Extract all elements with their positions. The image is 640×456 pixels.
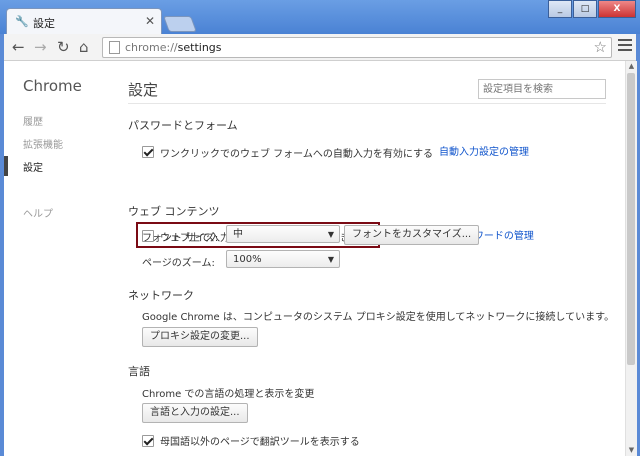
font-size-select[interactable]: 中 ▼ — [226, 225, 340, 243]
tab-settings[interactable]: 🔧 設定 ✕ — [6, 8, 162, 36]
title-bar: 🔧 設定 ✕ _ □ X — [0, 0, 640, 36]
sidebar-item-settings[interactable]: 設定 — [23, 159, 43, 174]
tab-title: 設定 — [33, 17, 55, 30]
zoom-label: ページのズーム: — [142, 258, 215, 269]
browser-toolbar: ← → ↻ ⌂ chrome://settings ☆ — [4, 34, 636, 61]
page-zoom-select[interactable]: 100% ▼ — [226, 250, 340, 268]
forward-icon[interactable]: → — [34, 38, 47, 56]
autofill-settings-link[interactable]: 自動入力設定の管理 — [439, 147, 529, 158]
title-divider — [128, 103, 606, 104]
sidebar-item-help[interactable]: ヘルプ — [23, 205, 53, 220]
customize-fonts-button[interactable]: フォントをカスタマイズ... — [344, 225, 480, 245]
maximize-button[interactable]: □ — [573, 0, 597, 18]
settings-search[interactable] — [478, 79, 606, 99]
tab-close-icon[interactable]: ✕ — [145, 14, 155, 28]
dropdown-arrow-icon: ▼ — [327, 230, 334, 239]
scroll-up-icon[interactable]: ▲ — [626, 61, 637, 72]
sidebar: Chrome 履歴 拡張機能 設定 ヘルプ — [4, 61, 112, 456]
new-tab-button[interactable] — [163, 16, 197, 32]
reload-icon[interactable]: ↻ — [57, 38, 70, 56]
translate-label: 母国語以外のページで翻訳ツールを表示する — [160, 437, 360, 448]
bookmark-star-icon[interactable]: ☆ — [594, 38, 607, 56]
font-size-label: フォント サイズ: — [142, 233, 219, 244]
page-title: 設定 — [128, 81, 159, 99]
address-bar[interactable]: chrome://settings ☆ — [102, 37, 612, 58]
sidebar-item-extensions[interactable]: 拡張機能 — [23, 136, 63, 151]
language-settings-button[interactable]: 言語と入力の設定... — [142, 403, 248, 423]
chrome-menu-icon[interactable] — [618, 39, 632, 54]
translate-row: 母国語以外のページで翻訳ツールを表示する — [142, 433, 360, 448]
page-icon — [109, 41, 120, 54]
vertical-scrollbar[interactable]: ▲ ▼ — [625, 61, 637, 456]
section-heading-web-content: ウェブ コンテンツ — [128, 205, 220, 218]
autofill-label: ワンクリックでのウェブ フォームへの自動入力を有効にする — [160, 148, 433, 160]
settings-page: Chrome 履歴 拡張機能 設定 ヘルプ 設定 パスワードとフォーム ワンクリ… — [4, 61, 625, 456]
scroll-thumb[interactable] — [627, 73, 635, 365]
network-description: Google Chrome は、コンピュータのシステム プロキシ設定を使用してネ… — [142, 312, 615, 323]
home-icon[interactable]: ⌂ — [79, 38, 89, 56]
section-heading-passwords: パスワードとフォーム — [128, 119, 238, 132]
proxy-settings-button[interactable]: プロキシ設定の変更... — [142, 327, 258, 347]
section-heading-network: ネットワーク — [128, 289, 194, 302]
close-window-button[interactable]: X — [598, 0, 636, 18]
section-heading-language: 言語 — [128, 365, 150, 378]
back-icon[interactable]: ← — [12, 38, 25, 56]
autofill-checkbox[interactable] — [142, 146, 154, 158]
sidebar-title: Chrome — [23, 77, 82, 95]
translate-checkbox[interactable] — [142, 434, 154, 447]
wrench-icon: 🔧 — [15, 15, 29, 28]
dropdown-arrow-icon: ▼ — [327, 255, 334, 264]
sidebar-active-indicator — [4, 156, 8, 176]
scroll-down-icon[interactable]: ▼ — [626, 445, 637, 456]
minimize-button[interactable]: _ — [548, 0, 572, 18]
url-text: chrome://settings — [125, 41, 222, 54]
search-input[interactable] — [479, 80, 605, 98]
window-controls: _ □ X — [547, 0, 636, 18]
autofill-row: ワンクリックでのウェブ フォームへの自動入力を有効にする 自動入力設定の管理 — [142, 143, 529, 160]
language-description: Chrome での言語の処理と表示を変更 — [142, 389, 315, 400]
sidebar-item-history[interactable]: 履歴 — [23, 113, 43, 128]
